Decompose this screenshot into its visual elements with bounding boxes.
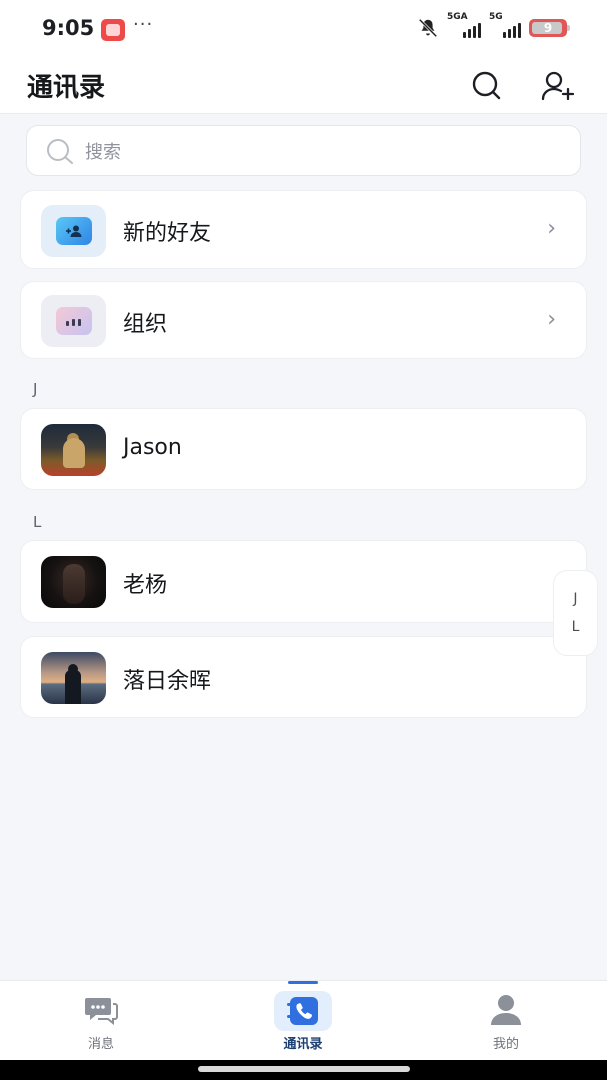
search-placeholder: 搜索 — [85, 141, 121, 163]
search-input[interactable]: 搜索 — [26, 125, 581, 176]
new-friends-tile — [41, 205, 106, 257]
add-user-icon — [541, 71, 574, 101]
status-icons: 5GA 5G 9 — [417, 12, 570, 39]
chevron-right-icon: › — [547, 307, 556, 332]
status-time: 9:05 — [42, 16, 95, 40]
search-button[interactable] — [467, 66, 507, 106]
contact-row-laoyang[interactable]: 老杨 — [20, 540, 587, 623]
bell-muted-icon — [418, 18, 438, 38]
tab-messages-label: 消息 — [87, 1037, 114, 1052]
page-title: 通讯录 — [27, 73, 106, 103]
signal-5g-label: 5G — [489, 12, 503, 22]
contact-row-sunset[interactable]: 落日余晖 — [20, 636, 587, 718]
contact-name: 老杨 — [123, 573, 168, 598]
new-friends-label: 新的好友 — [123, 221, 212, 246]
organization-entry[interactable]: 组织 › — [20, 281, 587, 359]
home-indicator[interactable] — [198, 1066, 410, 1072]
add-friend-icon — [65, 225, 81, 237]
contact-row-jason[interactable]: Jason — [20, 408, 587, 490]
organization-icon — [55, 307, 92, 335]
more-notifications-icon: ··· — [133, 14, 154, 35]
index-letter-l[interactable]: L — [572, 619, 580, 635]
organization-tile — [41, 295, 106, 347]
search-icon — [472, 71, 501, 100]
new-friends-entry[interactable]: 新的好友 › — [20, 190, 587, 269]
status-bar: 9:05 ··· 5GA 5G 9 — [0, 0, 607, 58]
tab-messages[interactable]: 消息 — [41, 981, 161, 1061]
organization-label: 组织 — [123, 312, 168, 337]
tab-contacts[interactable]: 通讯录 — [243, 981, 363, 1061]
chat-icon — [85, 998, 118, 1025]
avatar — [41, 556, 106, 608]
signal-5g-icon: 5G — [489, 12, 521, 38]
battery-icon: 9 — [529, 19, 570, 37]
notification-app-icon — [101, 19, 125, 41]
section-header-j: J — [33, 380, 38, 398]
avatar — [41, 652, 106, 704]
avatar — [41, 424, 106, 476]
app-header: 通讯录 — [0, 58, 607, 114]
section-header-l: L — [33, 513, 42, 531]
bottom-tab-bar: 消息 通讯录 我的 — [0, 980, 607, 1060]
contact-name: Jason — [123, 435, 182, 460]
add-contact-button[interactable] — [537, 66, 577, 106]
contact-name: 落日余晖 — [123, 669, 212, 694]
signal-5ga-label: 5GA — [447, 12, 468, 22]
chevron-right-icon: › — [547, 216, 556, 241]
active-tab-indicator — [288, 981, 318, 984]
tab-me[interactable]: 我的 — [446, 981, 566, 1061]
alphabet-index[interactable]: J L — [553, 570, 598, 656]
tab-contacts-label: 通讯录 — [283, 1037, 323, 1052]
battery-level: 9 — [543, 21, 553, 35]
index-letter-j[interactable]: J — [573, 591, 577, 607]
tab-me-label: 我的 — [492, 1037, 519, 1052]
phone-book-icon — [287, 997, 318, 1025]
person-icon — [491, 995, 521, 1025]
signal-5ga-icon: 5GA — [447, 12, 481, 38]
search-field-icon — [47, 138, 73, 164]
